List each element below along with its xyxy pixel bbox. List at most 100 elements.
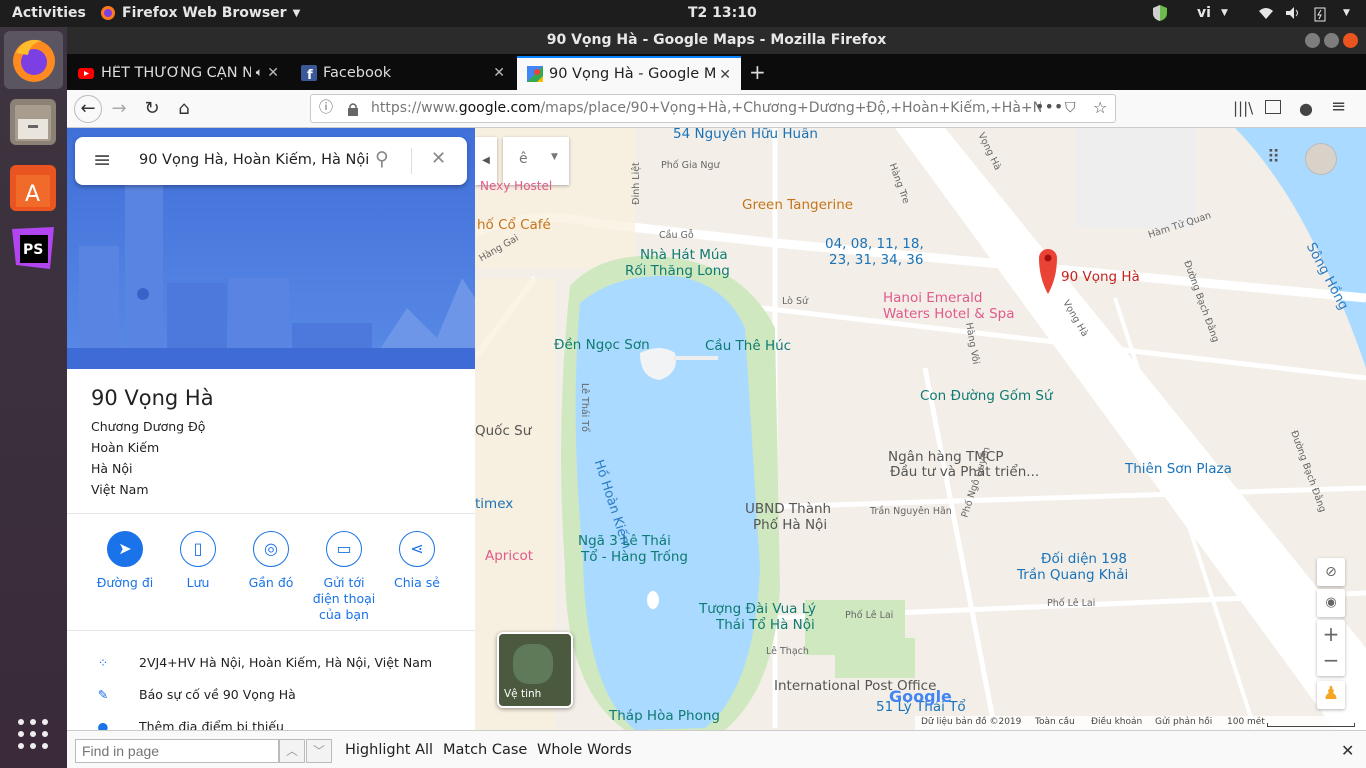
- map-label[interactable]: UBND Thành: [745, 501, 831, 517]
- dock-phpstorm[interactable]: PS: [10, 225, 56, 271]
- app-menu[interactable]: Firefox Web Browser ▼: [100, 5, 300, 21]
- map-label[interactable]: Nexy Hostel: [480, 179, 552, 193]
- map-label[interactable]: Cầu Thê Húc: [705, 338, 791, 354]
- battery-icon[interactable]: [1313, 6, 1327, 22]
- find-next-button[interactable]: ﹀: [306, 739, 332, 763]
- save-button[interactable]: ▯ Lưu: [158, 531, 238, 591]
- map-label[interactable]: Rối Thăng Long: [625, 263, 730, 279]
- forward-button[interactable]: →: [108, 98, 130, 120]
- volume-icon[interactable]: [1285, 6, 1301, 20]
- map-label[interactable]: 04, 08, 11, 18,: [825, 236, 924, 252]
- map-feedback-link[interactable]: Gửi phản hồi: [1155, 717, 1212, 727]
- avatar[interactable]: [1305, 143, 1337, 175]
- apps-grid-icon[interactable]: ⠿: [1267, 147, 1280, 168]
- plus-code-row[interactable]: ⁘ 2VJ4+HV Hà Nội, Hoàn Kiếm, Hà Nội, Việt…: [91, 655, 432, 670]
- tab-google-maps[interactable]: 90 Vọng Hà - Google Map ✕: [517, 56, 741, 90]
- close-tab-icon[interactable]: ✕: [719, 67, 731, 83]
- map-data-credit[interactable]: Dữ liệu bản đồ ©2019: [921, 717, 1021, 727]
- shield-icon[interactable]: [1152, 4, 1168, 22]
- new-tab-button[interactable]: +: [749, 60, 766, 84]
- share-button[interactable]: ⋖ Chia sẻ: [377, 531, 457, 591]
- lock-icon[interactable]: [347, 102, 359, 116]
- collapse-panel-button[interactable]: ◀: [475, 137, 497, 185]
- tab-facebook[interactable]: f Facebook ✕: [291, 56, 515, 90]
- clear-search-icon[interactable]: ✕: [431, 148, 446, 169]
- close-tab-icon[interactable]: ✕: [267, 65, 279, 81]
- map-label[interactable]: 54 Nguyễn Hữu Huân: [673, 128, 818, 142]
- map-label[interactable]: Hanoi Emerald: [883, 290, 982, 306]
- street-view-pegman[interactable]: ♟: [1317, 681, 1345, 709]
- tab-youtube[interactable]: HẾT THƯƠNG CẠN NH 🔈︎ ✕: [67, 56, 289, 90]
- map-label[interactable]: Ngã 3 Lê Thái: [578, 533, 671, 549]
- account-icon[interactable]: ●: [1299, 99, 1313, 118]
- my-location-button[interactable]: ◉: [1317, 589, 1345, 617]
- highlight-all-toggle[interactable]: Highlight All: [345, 742, 433, 758]
- zoom-out-button[interactable]: −: [1317, 648, 1345, 676]
- menu-icon[interactable]: ≡: [93, 148, 111, 173]
- language-indicator[interactable]: vi: [1197, 5, 1211, 21]
- close-tab-icon[interactable]: ✕: [493, 65, 505, 81]
- library-icon[interactable]: |||\: [1233, 99, 1253, 117]
- map-label[interactable]: Tháp Hòa Phong: [609, 708, 720, 724]
- map-label[interactable]: Nhà Hát Múa: [640, 247, 728, 263]
- dock-firefox[interactable]: [4, 31, 63, 89]
- map-global-link[interactable]: Toàn cầu: [1035, 717, 1075, 727]
- map-label[interactable]: Thiên Sơn Plaza: [1125, 461, 1232, 477]
- map-label[interactable]: Đền Ngọc Sơn: [554, 337, 650, 353]
- speaker-icon[interactable]: 🔈︎: [256, 65, 263, 80]
- search-input[interactable]: 90 Vọng Hà, Hoàn Kiếm, Hà Nội: [139, 152, 369, 168]
- directions-button[interactable]: ➤ Đường đi: [85, 531, 165, 591]
- privacy-toggle-button[interactable]: ⊘: [1317, 558, 1345, 586]
- map-label[interactable]: Phố Hà Nội: [753, 517, 827, 533]
- input-tools-button[interactable]: ê ▼: [503, 137, 569, 185]
- map-canvas[interactable]: ◀ ê ▼ ⠿ 54 Nguyễn Hữu Huân Green Tangeri…: [475, 128, 1366, 730]
- url-text[interactable]: https://www.google.com/maps/place/90+Vọn…: [371, 95, 1041, 122]
- close-find-bar-icon[interactable]: ✕: [1341, 741, 1354, 760]
- add-place-row[interactable]: ● Thêm địa điểm bị thiếu: [91, 719, 284, 730]
- map-label[interactable]: Green Tangerine: [742, 197, 853, 213]
- map-label[interactable]: Apricot: [485, 548, 533, 564]
- map-label[interactable]: Đối diện 198: [1041, 551, 1127, 567]
- whole-words-toggle[interactable]: Whole Words: [537, 742, 632, 758]
- minimize-button[interactable]: [1305, 33, 1320, 48]
- close-button[interactable]: [1343, 33, 1358, 48]
- search-icon[interactable]: ⚲: [375, 148, 389, 170]
- map-label[interactable]: Đầu tư và Phát triển...: [890, 464, 1039, 480]
- activities-button[interactable]: Activities: [12, 5, 86, 21]
- find-input[interactable]: [75, 739, 279, 763]
- show-apps-button[interactable]: [16, 717, 50, 751]
- sidebar-icon[interactable]: [1265, 100, 1281, 114]
- find-previous-button[interactable]: ︿: [279, 739, 305, 763]
- map-label[interactable]: Con Đường Gốm Sứ: [920, 388, 1053, 404]
- map-label[interactable]: Tổ - Hàng Trống: [581, 549, 688, 565]
- pocket-icon[interactable]: ⛉: [1065, 95, 1076, 122]
- wifi-icon[interactable]: [1258, 6, 1274, 20]
- match-case-toggle[interactable]: Match Case: [443, 742, 527, 758]
- map-terms-link[interactable]: Điều khoản: [1091, 717, 1142, 727]
- reload-button[interactable]: ↻: [141, 98, 163, 120]
- home-button[interactable]: ⌂: [173, 98, 195, 120]
- maximize-button[interactable]: [1324, 33, 1339, 48]
- map-label[interactable]: 23, 31, 34, 36: [829, 252, 923, 268]
- map-label[interactable]: timex: [475, 496, 513, 512]
- map-label[interactable]: Tượng Đài Vua Lý: [699, 601, 816, 617]
- send-to-phone-button[interactable]: ▭ Gửi tới điện thoại của bạn: [304, 531, 384, 623]
- bookmark-star-icon[interactable]: ☆: [1093, 94, 1107, 121]
- info-icon[interactable]: ⓘ: [319, 95, 333, 122]
- nearby-button[interactable]: ◎ Gần đó: [231, 531, 311, 591]
- clock[interactable]: T2 13:10: [688, 5, 757, 21]
- map-label[interactable]: Quốc Sư: [475, 423, 531, 439]
- map-label-selected-place[interactable]: 90 Vọng Hà: [1061, 269, 1140, 285]
- url-bar[interactable]: ⓘ https://www.google.com/maps/place/90+V…: [310, 94, 1116, 123]
- report-problem-row[interactable]: ✎ Báo sự cố về 90 Vọng Hà: [91, 687, 296, 702]
- dock-software[interactable]: A: [10, 165, 56, 211]
- map-scale[interactable]: 100 mét: [1227, 717, 1265, 727]
- menu-icon[interactable]: ≡: [1331, 96, 1346, 117]
- dock-files[interactable]: [10, 99, 56, 145]
- page-actions-icon[interactable]: •••: [1035, 93, 1063, 120]
- satellite-toggle[interactable]: Vệ tinh: [497, 632, 573, 708]
- map-label[interactable]: Trần Quang Khải: [1017, 567, 1128, 583]
- map-label[interactable]: Waters Hotel & Spa: [883, 306, 1015, 322]
- map-label[interactable]: Thái Tổ Hà Nội: [716, 617, 815, 633]
- back-button[interactable]: ←: [74, 95, 102, 123]
